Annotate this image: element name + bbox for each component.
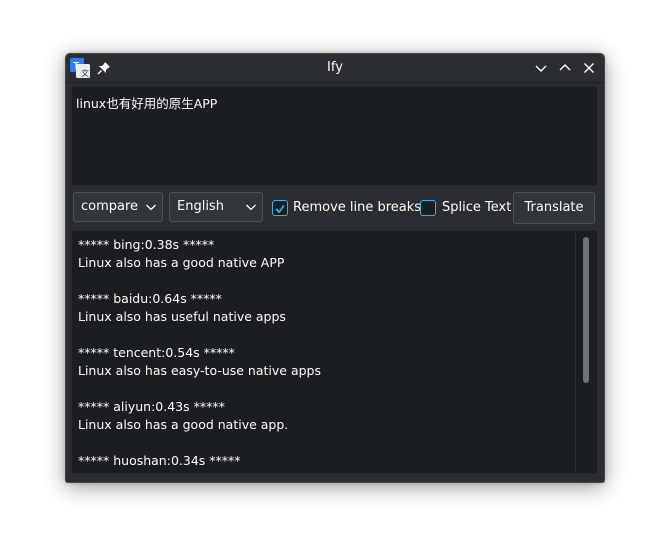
window-title: Ify [327,60,343,75]
maximize-icon[interactable] [557,60,573,76]
language-select[interactable]: English [169,192,263,222]
translation-output[interactable]: ***** bing:0.38s ***** Linux also has a … [72,231,597,473]
mode-select[interactable]: compare [73,192,163,222]
translate-button[interactable]: Translate [513,192,595,224]
output-scrollbar[interactable] [575,231,597,473]
close-icon[interactable] [581,60,597,76]
results-list: ***** bing:0.38s ***** Linux also has a … [78,236,568,473]
chevron-down-icon [246,204,256,211]
checkmark-icon [275,204,285,214]
result-header: ***** bing:0.38s ***** [78,237,215,252]
result-bing: ***** bing:0.38s ***** Linux also has a … [78,236,568,272]
result-header: ***** aliyun:0.43s ***** [78,399,225,414]
result-huoshan: ***** huoshan:0.34s ***** [78,452,568,470]
remove-line-breaks-checkbox[interactable] [272,200,288,216]
minimize-icon[interactable] [533,60,549,76]
chevron-down-icon [146,204,156,211]
remove-line-breaks-label[interactable]: Remove line breaks [293,200,421,215]
source-text-input[interactable]: linux也有好用的原生APP [72,87,597,185]
mode-select-value: compare [81,199,139,214]
scrollbar-thumb[interactable] [583,237,589,383]
splice-text-label[interactable]: Splice Text [442,200,511,215]
source-text: linux也有好用的原生APP [76,96,218,111]
title-bar[interactable]: T 文 Ify [66,54,604,83]
splice-text-checkbox[interactable] [420,200,436,216]
result-aliyun: ***** aliyun:0.43s ***** Linux also has … [78,398,568,434]
result-header: ***** tencent:0.54s ***** [78,345,235,360]
result-header: ***** baidu:0.64s ***** [78,291,222,306]
app-window: T 文 Ify linux也有好用的原生APP compare English [65,53,605,483]
result-header: ***** huoshan:0.34s ***** [78,453,241,468]
result-baidu: ***** baidu:0.64s ***** Linux also has u… [78,290,568,326]
result-text: Linux also has easy-to-use native apps [78,363,321,378]
result-tencent: ***** tencent:0.54s ***** Linux also has… [78,344,568,380]
result-text: Linux also has useful native apps [78,309,286,324]
language-select-value: English [177,199,224,214]
result-text: Linux also has a good native app. [78,417,289,432]
result-text: Linux also has a good native APP [78,255,285,270]
